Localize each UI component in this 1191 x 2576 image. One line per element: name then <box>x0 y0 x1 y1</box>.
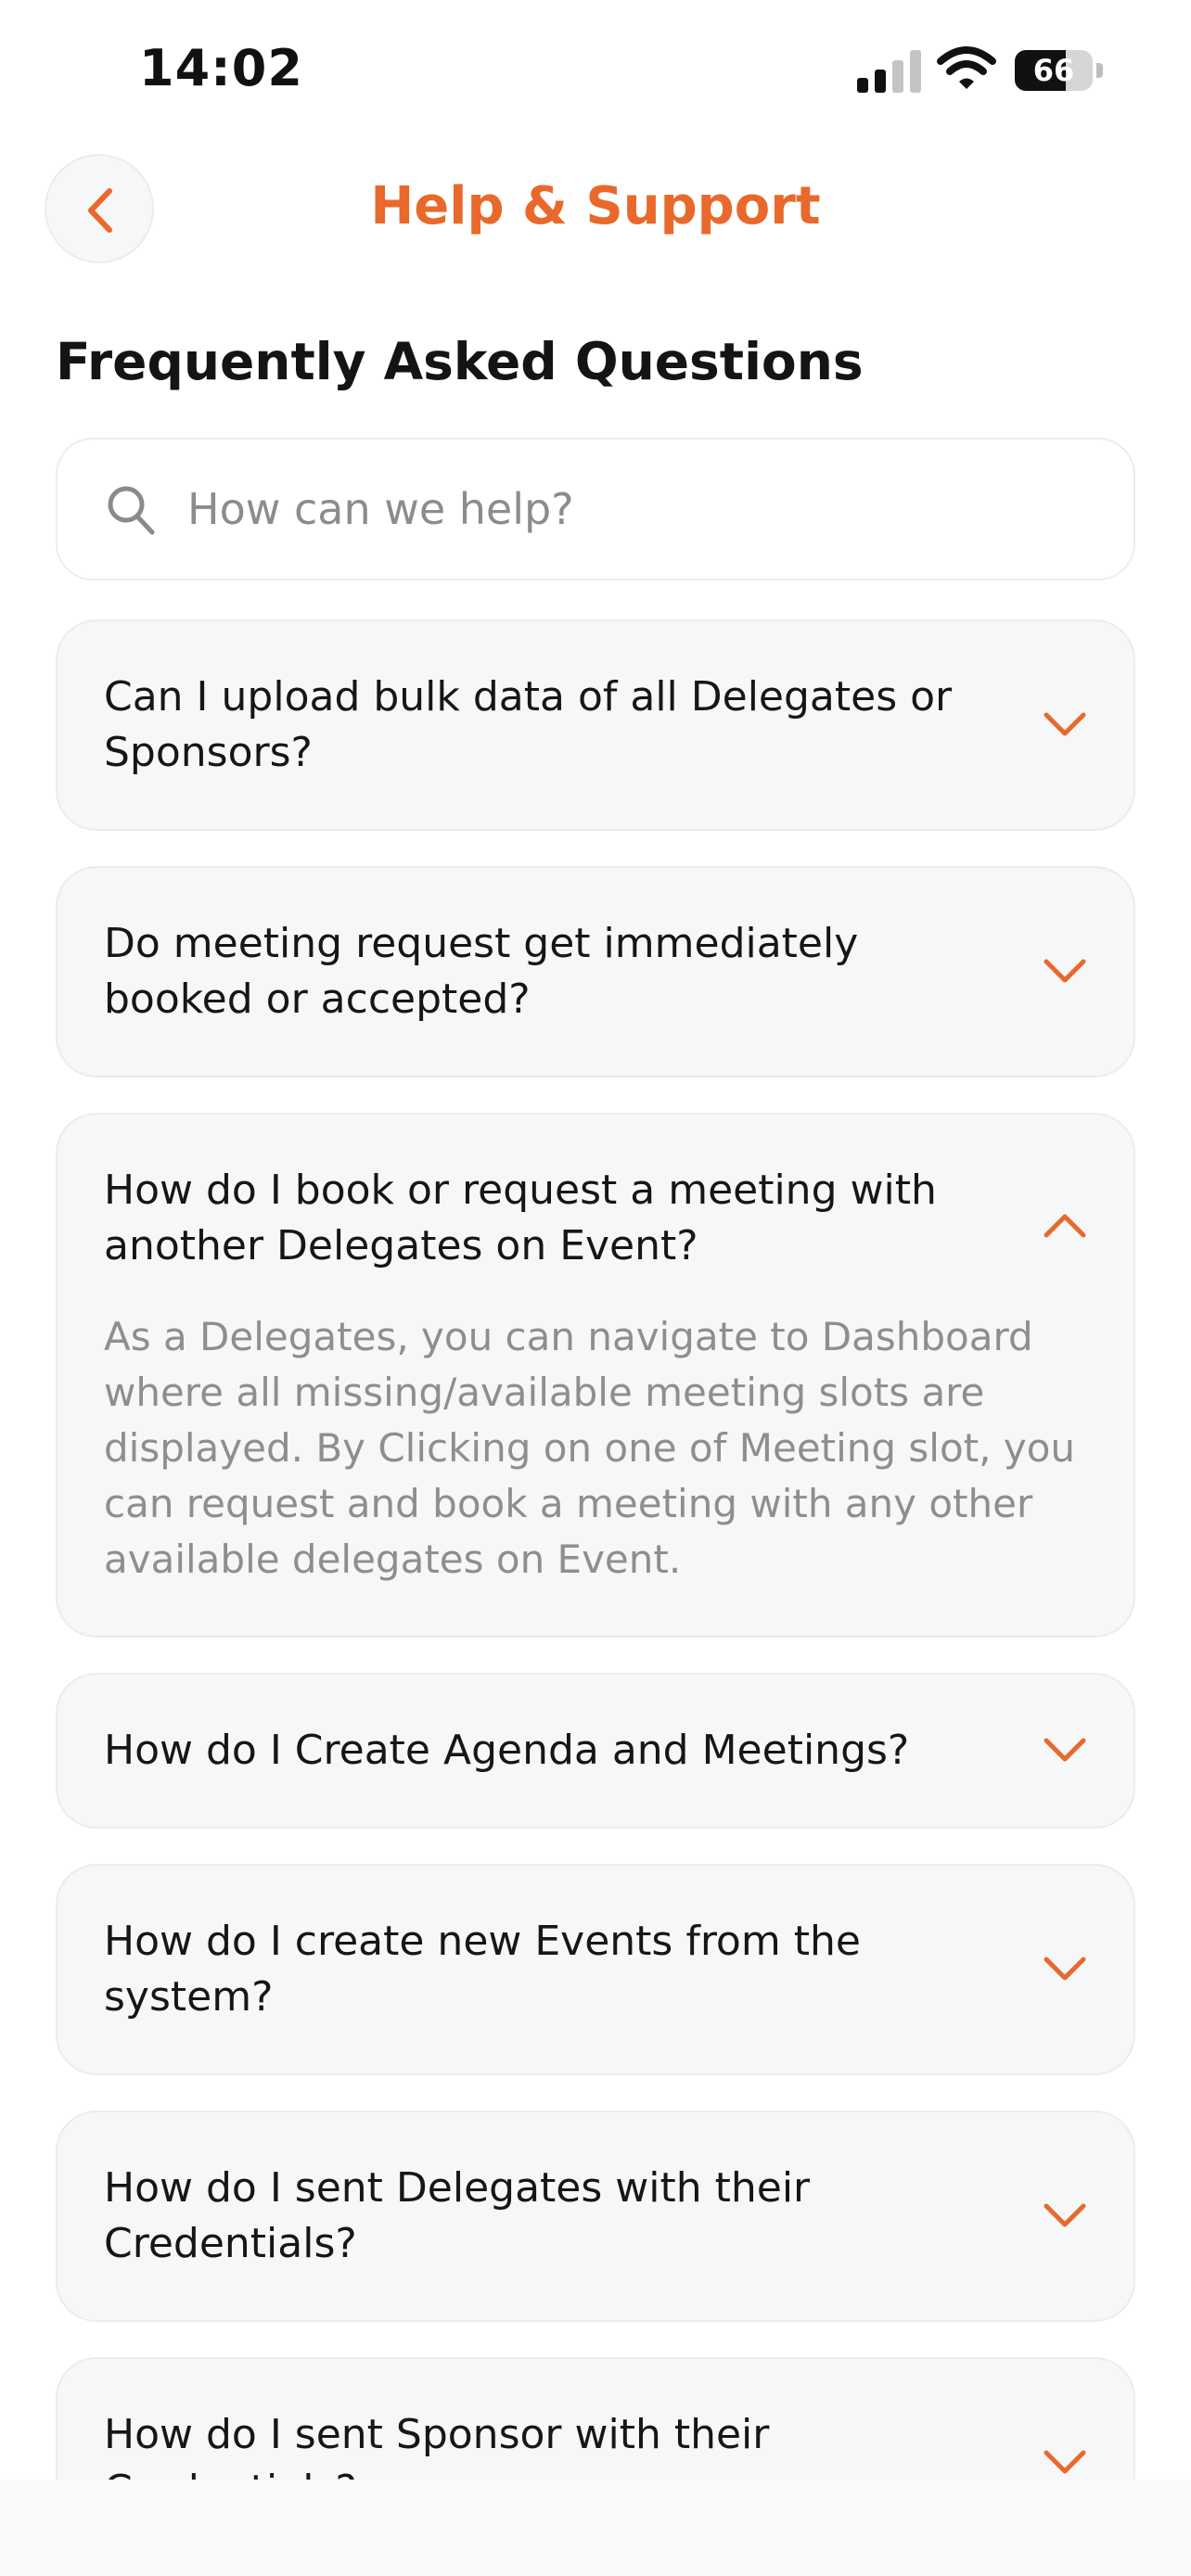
battery-level: 66 <box>1032 53 1075 88</box>
faq-list: Can I upload bulk data of all Delegates … <box>56 619 1135 2480</box>
search-box[interactable] <box>56 438 1135 580</box>
search-icon <box>108 486 155 535</box>
faq-item[interactable]: Do meeting request get immediately booke… <box>56 866 1135 1078</box>
faq-item[interactable]: How do I sent Delegates with their Crede… <box>56 2111 1135 2322</box>
faq-question: How do I book or request a meeting with … <box>104 1167 937 1269</box>
faq-answer: As a Delegates, you can navigate to Dash… <box>104 1314 1076 1582</box>
faq-section-title: Frequently Asked Questions <box>56 332 864 391</box>
faq-question: How do I create new Events from the syst… <box>104 1918 861 2021</box>
bottom-safe-area <box>0 2480 1191 2576</box>
wifi-icon <box>937 46 996 89</box>
page-title: Help & Support <box>370 176 821 236</box>
cellular-signal-icon <box>857 50 921 93</box>
faq-question: How do I sent Sponsor with their Credent… <box>104 2411 770 2480</box>
chevron-down-icon[interactable] <box>1043 958 1087 986</box>
faq-question: How do I sent Delegates with their Crede… <box>104 2164 811 2267</box>
battery-body: 66 <box>1015 50 1093 91</box>
faq-question: Do meeting request get immediately booke… <box>104 920 859 1023</box>
faq-item[interactable]: How do I sent Sponsor with their Credent… <box>56 2357 1135 2480</box>
chevron-down-icon[interactable] <box>1043 1737 1087 1765</box>
faq-question: How do I Create Agenda and Meetings? <box>104 1727 910 1774</box>
search-input[interactable] <box>187 477 1096 542</box>
faq-item[interactable]: How do I Create Agenda and Meetings? <box>56 1673 1135 1829</box>
chevron-down-icon[interactable] <box>1043 1956 1087 1983</box>
chevron-down-icon[interactable] <box>1043 711 1087 739</box>
battery-tip <box>1096 63 1103 78</box>
chevron-down-icon[interactable] <box>1043 2202 1087 2230</box>
status-bar: 14:02 66 <box>0 0 1191 139</box>
battery-indicator: 66 <box>1015 50 1104 91</box>
faq-item[interactable]: Can I upload bulk data of all Delegates … <box>56 619 1135 831</box>
status-time: 14:02 <box>139 39 303 97</box>
help-support-screen: 14:02 66 Help & Support Frequently Asked… <box>0 0 1191 2576</box>
faq-item[interactable]: How do I create new Events from the syst… <box>56 1864 1135 2075</box>
chevron-up-icon[interactable] <box>1043 1211 1087 1239</box>
chevron-down-icon[interactable] <box>1043 2449 1087 2477</box>
faq-question: Can I upload bulk data of all Delegates … <box>104 673 953 776</box>
faq-item[interactable]: How do I book or request a meeting with … <box>56 1113 1135 1638</box>
